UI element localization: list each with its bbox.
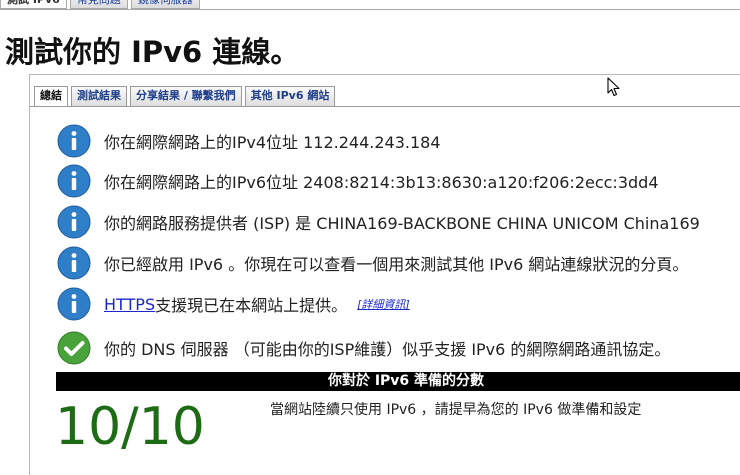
result-row-dns: 你的 DNS 伺服器 （可能由你的ISP維護）似乎支援 IPv6 的網際網路通訊… <box>57 330 670 366</box>
isp-text: 你的網路服務提供者 (ISP) 是 CHINA169-BACKBONE CHIN… <box>104 214 700 233</box>
top-tab-bar: 測試 IPv6 常見問題 鏡像伺服器 <box>0 0 203 9</box>
result-row-ipv4: 你在網際網路上的IPv4位址 112.244.243.184 <box>57 123 441 159</box>
https-text: 支援現已在本網站上提供。 <box>155 296 348 315</box>
result-row-ipv6: 你在網際網路上的IPv6位址 2408:8214:3b13:8630:a120:… <box>57 163 659 199</box>
result-row-ipv6-enabled: 你已經啟用 IPv6 。你現在可以查看一個用來測試其他 IPv6 網站連線狀況的… <box>57 245 688 281</box>
tab-faq[interactable]: 常見問題 <box>69 0 128 9</box>
result-row-https: HTTPS 支援現已在本網站上提供。 [詳細資訊] <box>57 286 410 322</box>
dns-text: 你的 DNS 伺服器 （可能由你的ISP維護）似乎支援 IPv6 的網際網路通訊… <box>104 340 671 359</box>
https-link[interactable]: HTTPS <box>104 295 155 314</box>
result-row-isp: 你的網路服務提供者 (ISP) 是 CHINA169-BACKBONE CHIN… <box>57 204 700 240</box>
score-header-label: 你對於 IPv6 準備的分數 <box>327 373 485 389</box>
info-icon <box>57 124 91 158</box>
sub-tab-divider <box>30 106 740 107</box>
tab-other-ipv6-sites[interactable]: 其他 IPv6 網站 <box>244 86 336 106</box>
tab-test-ipv6[interactable]: 測試 IPv6 <box>0 0 67 9</box>
ipv6-address-text: 你在網際網路上的IPv6位址 2408:8214:3b13:8630:a120:… <box>104 173 659 192</box>
top-tab-divider <box>0 9 740 10</box>
mouse-cursor-icon <box>607 77 620 97</box>
tab-share-contact[interactable]: 分享結果 / 聯繫我們 <box>130 86 242 106</box>
results-panel: 總結 測試結果 分享結果 / 聯繫我們 其他 IPv6 網站 你在網際網路上的I… <box>29 74 740 475</box>
score-message: 當網站陸續只使用 IPv6 ，請提早為您的 IPv6 做準備和設定 <box>270 402 642 418</box>
info-icon <box>57 164 91 198</box>
ipv4-address-text: 你在網際網路上的IPv4位址 112.244.243.184 <box>104 133 441 152</box>
ipv6-enabled-text: 你已經啟用 IPv6 。你現在可以查看一個用來測試其他 IPv6 網站連線狀況的… <box>104 255 689 274</box>
sub-tab-bar: 總結 測試結果 分享結果 / 聯繫我們 其他 IPv6 網站 <box>34 86 338 106</box>
info-icon <box>57 246 91 280</box>
info-icon <box>57 287 91 321</box>
tab-test-results[interactable]: 測試結果 <box>71 86 127 106</box>
info-icon <box>57 205 91 239</box>
page-title: 測試你的 IPv6 連線。 <box>5 35 300 69</box>
more-info-link[interactable]: [詳細資訊] <box>357 296 410 312</box>
checkmark-icon <box>57 331 91 365</box>
tab-summary[interactable]: 總結 <box>34 86 68 106</box>
tab-mirrors[interactable]: 鏡像伺服器 <box>130 0 200 9</box>
score-value: 10/10 <box>55 397 205 457</box>
score-header: 你對於 IPv6 準備的分數 <box>56 372 740 391</box>
